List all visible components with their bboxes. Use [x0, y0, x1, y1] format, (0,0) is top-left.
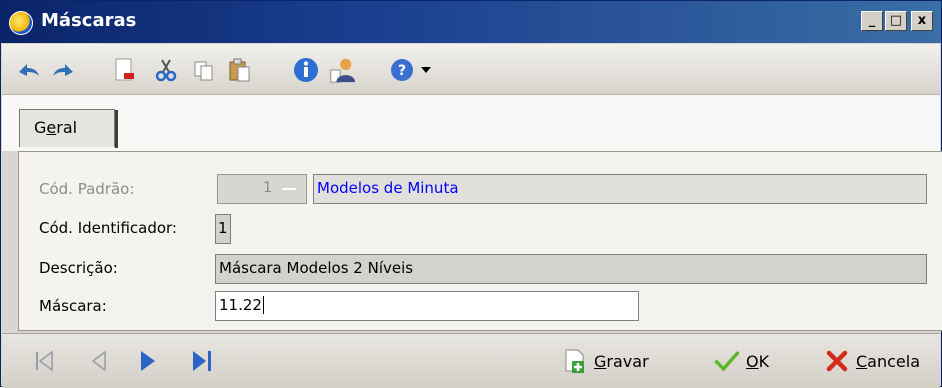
- cod-padrao-description: Modelos de Minuta: [313, 174, 927, 204]
- title-bar[interactable]: Máscaras _ □ x: [1, 1, 941, 43]
- tab-geral[interactable]: Geral: [19, 109, 118, 148]
- gravar-button[interactable]: Gravar: [562, 346, 649, 376]
- text-cursor: [262, 296, 264, 314]
- footer-bar: Gravar OK Cancela: [2, 333, 940, 388]
- tab-label: G: [34, 118, 47, 137]
- gravar-label: ravar: [606, 351, 649, 371]
- paste-icon[interactable]: [226, 56, 254, 84]
- cod-identificador-field[interactable]: 1: [215, 214, 231, 244]
- cod-padrao-label: Cód. Padrão:: [39, 180, 135, 198]
- delete-icon[interactable]: [110, 56, 138, 84]
- tab-label-mnemonic: e: [46, 118, 57, 137]
- first-record-icon[interactable]: [32, 348, 58, 374]
- ok-button[interactable]: OK: [714, 346, 769, 376]
- cancela-mnemonic: C: [856, 351, 868, 371]
- descricao-label: Descrição:: [39, 259, 118, 277]
- gravar-mnemonic: G: [594, 351, 607, 371]
- window: Máscaras _ □ x ? Geral Cód. Padrão: 1 Mo…: [0, 0, 942, 388]
- cancela-label: ancela: [867, 351, 921, 371]
- next-record-icon[interactable]: [135, 348, 161, 374]
- tab-strip: Geral: [2, 95, 940, 151]
- info-icon[interactable]: [292, 56, 320, 84]
- descricao-field[interactable]: Máscara Modelos 2 Níveis: [215, 254, 927, 284]
- close-button[interactable]: x: [911, 11, 933, 31]
- cancela-button[interactable]: Cancela: [824, 346, 920, 376]
- form-panel: Cód. Padrão: 1 Modelos de Minuta Cód. Id…: [18, 151, 942, 331]
- checkmark-icon: [714, 348, 740, 374]
- dropdown-icon[interactable]: [412, 56, 440, 84]
- save-icon: [562, 348, 588, 374]
- mascara-value: 11.22: [219, 296, 262, 314]
- app-icon: [9, 11, 33, 35]
- copy-icon[interactable]: [190, 56, 218, 84]
- redo-icon[interactable]: [50, 56, 78, 84]
- user-icon[interactable]: [328, 56, 356, 84]
- svg-text:?: ?: [398, 63, 406, 79]
- maximize-button[interactable]: □: [885, 11, 907, 31]
- mascara-field[interactable]: 11.22: [215, 291, 639, 321]
- toolbar: ?: [2, 44, 940, 95]
- minimize-button[interactable]: _: [861, 11, 883, 31]
- cod-identificador-label: Cód. Identificador:: [39, 219, 177, 237]
- window-title: Máscaras: [41, 10, 137, 31]
- previous-record-icon[interactable]: [87, 348, 113, 374]
- ok-label: K: [758, 351, 770, 371]
- mascara-label: Máscara:: [39, 297, 107, 315]
- ok-mnemonic: O: [746, 351, 759, 371]
- undo-icon[interactable]: [14, 56, 42, 84]
- cancel-icon: [824, 348, 850, 374]
- cut-icon[interactable]: [152, 56, 180, 84]
- tab-label-rest: ral: [56, 118, 78, 137]
- last-record-icon[interactable]: [189, 348, 215, 374]
- cod-padrao-spinner: 1: [217, 174, 307, 204]
